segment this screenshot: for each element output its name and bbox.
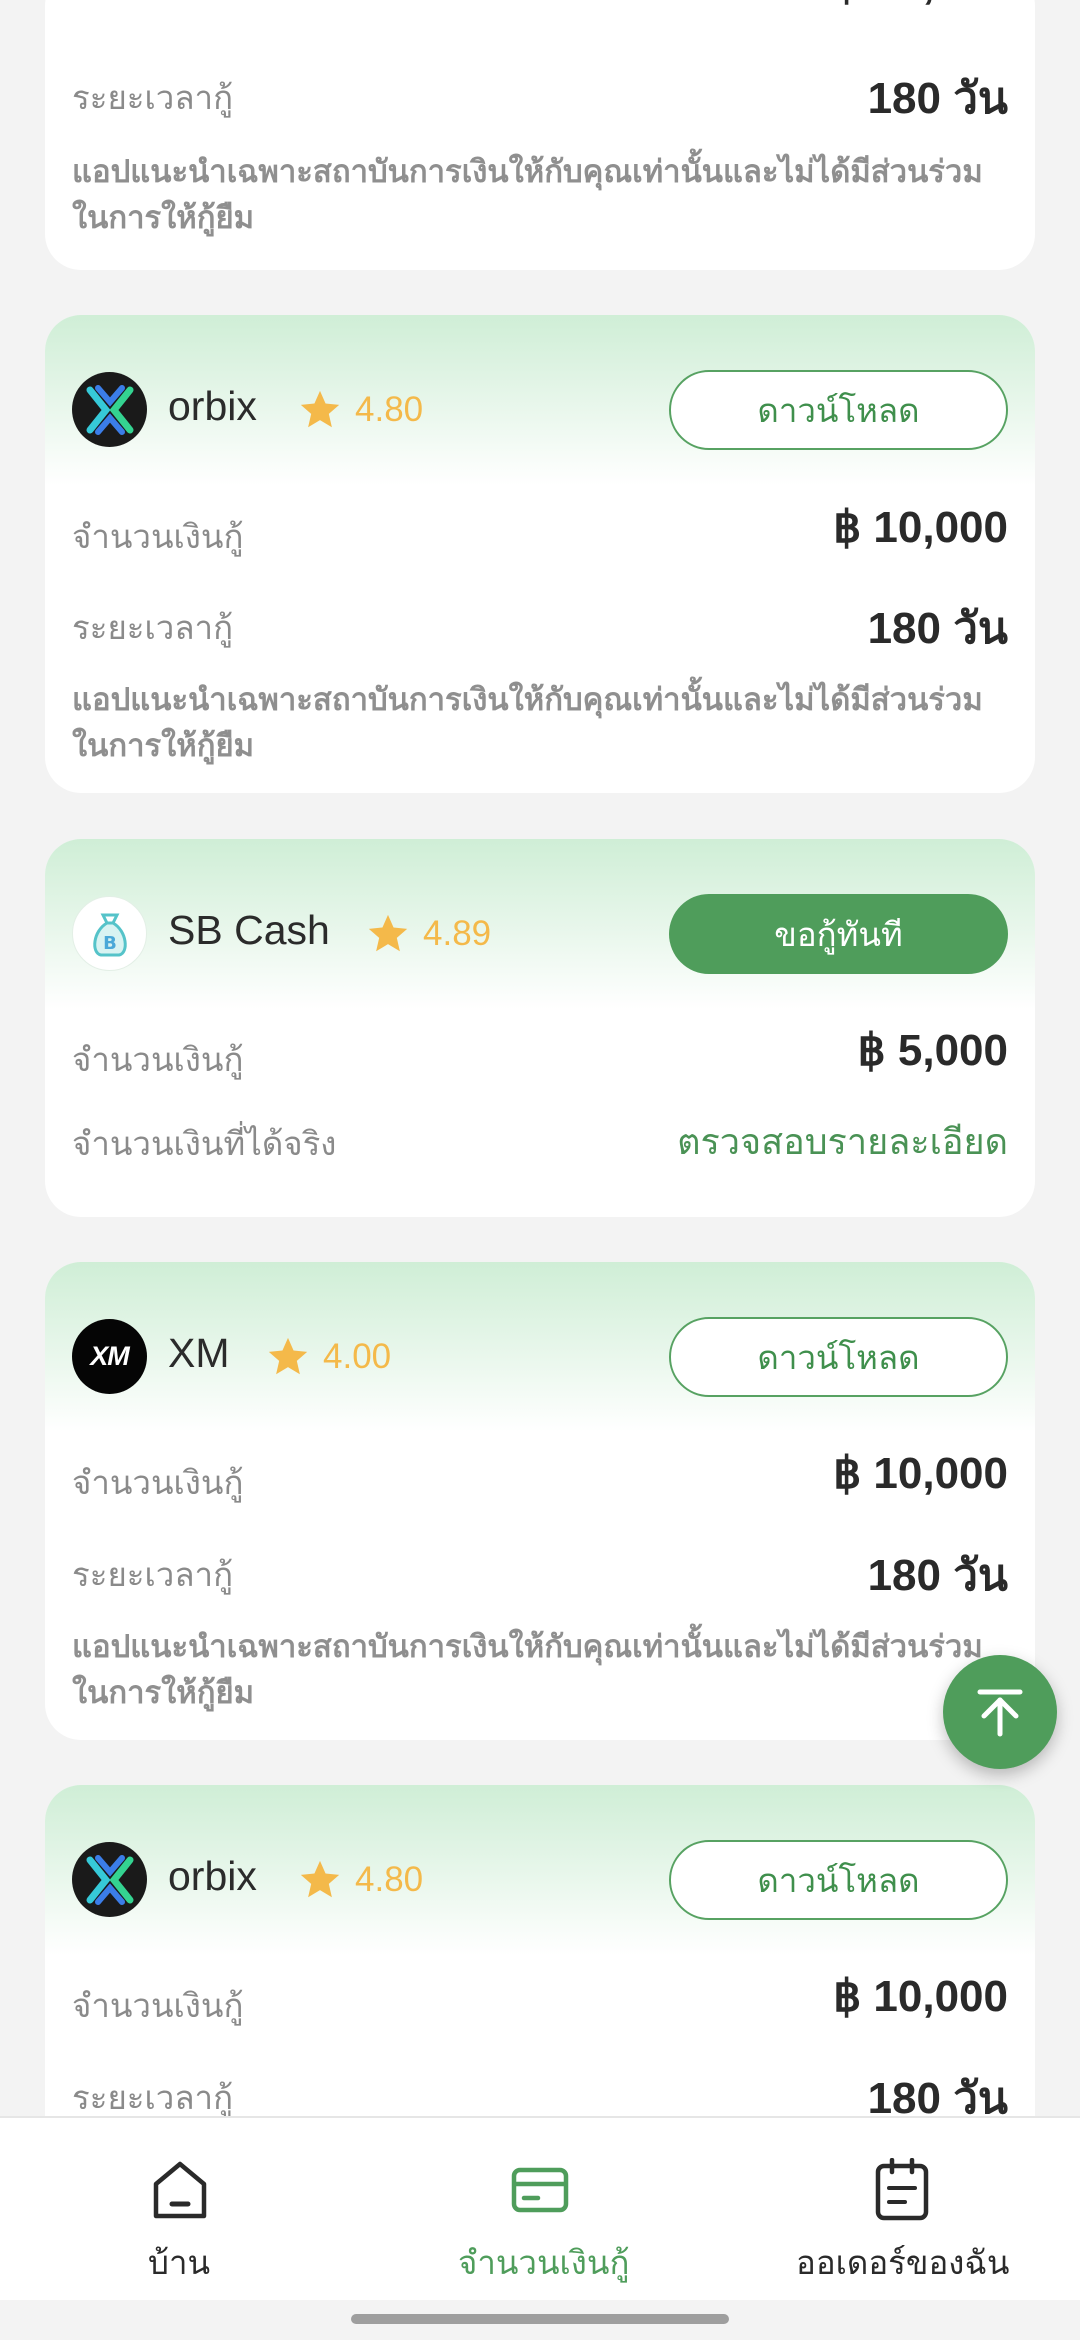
arrow-up-to-top-icon	[977, 1689, 1023, 1737]
rating-value: 4.80	[355, 390, 424, 429]
card-icon	[511, 2167, 569, 2213]
home-indicator[interactable]	[351, 2314, 729, 2324]
download-button[interactable]: ดาวน์โหลด	[669, 370, 1008, 450]
term-row: ระยะเวลากู้ 180 วัน	[72, 2063, 1008, 2123]
amount-label: จำนวนเงินกู้	[72, 517, 244, 556]
rating: 4.00	[265, 1335, 391, 1379]
app-name: XM	[168, 1330, 230, 1376]
disclaimer-text: แอปแนะนำเฉพาะสถาบันการเงินให้กับคุณเท่าน…	[72, 154, 983, 236]
nav-item-home[interactable]: บ้าน	[100, 2118, 260, 2302]
amount-row: ฿ 10,000	[72, 0, 1008, 30]
nav-item-loan-amount[interactable]: จำนวนเงินกู้	[440, 2118, 640, 2302]
app-name: orbix	[168, 1853, 257, 1899]
term-value: 180 วัน	[867, 1551, 1008, 1600]
rating-value: 4.80	[355, 1860, 424, 1899]
svg-text:B: B	[103, 933, 117, 954]
actual-amount-row: จำนวนเงินที่ได้จริง ตรวจสอบรายละเอียด	[72, 1109, 1008, 1169]
home-icon	[153, 2161, 207, 2219]
star-icon	[368, 914, 408, 952]
clipboard-icon	[875, 2158, 929, 2221]
bottom-nav: บ้าน จำนวนเงินกู้ ออเดอร์ของฉัน	[0, 2116, 1080, 2300]
amount-value: ฿ 5,000	[857, 1026, 1008, 1075]
loan-list-screen: ฿ 10,000 ระยะเวลากู้ 180 วัน แอปแนะนำเฉพ…	[0, 0, 1080, 2340]
gesture-area	[0, 2300, 1080, 2340]
amount-row: จำนวนเงินกู้ ฿ 10,000	[72, 1971, 1008, 2031]
amount-row: จำนวนเงินกู้ ฿ 10,000	[72, 1448, 1008, 1508]
download-button[interactable]: ดาวน์โหลด	[669, 1840, 1008, 1920]
term-value: 180 วัน	[867, 74, 1008, 123]
star-icon	[268, 1337, 308, 1375]
nav-label-my-orders: ออเดอร์ของฉัน	[796, 2243, 1010, 2282]
rating-value: 4.89	[423, 914, 492, 953]
amount-value: ฿ 10,000	[833, 0, 1008, 9]
download-button[interactable]: ดาวน์โหลด	[669, 1317, 1008, 1397]
loan-card-sb-cash[interactable]: B SB Cash 4.89 ขอกู้ทันที จำนวนเงินกู้ ฿…	[45, 839, 1035, 1217]
loan-card-orbix[interactable]: orbix 4.80 ดาวน์โหลด จำนวนเงินกู้ ฿ 10,0…	[45, 315, 1035, 793]
amount-row: จำนวนเงินกู้ ฿ 10,000	[72, 502, 1008, 562]
amount-value: ฿ 10,000	[833, 1972, 1008, 2021]
term-value: 180 วัน	[867, 604, 1008, 653]
app-name: orbix	[168, 383, 257, 429]
view-details-link[interactable]: ตรวจสอบรายละเอียด	[677, 1113, 1008, 1170]
loan-card-xm[interactable]: XM XM 4.00 ดาวน์โหลด จำนวนเงินกู้ ฿ 10,0…	[45, 1262, 1035, 1740]
orbix-logo-icon	[72, 372, 147, 447]
amount-value: ฿ 10,000	[833, 1449, 1008, 1498]
star-icon	[300, 390, 340, 428]
scroll-to-top-button[interactable]	[943, 1655, 1057, 1769]
amount-label: จำนวนเงินกู้	[72, 1986, 244, 2025]
rating-value: 4.00	[323, 1337, 392, 1376]
disclaimer-text: แอปแนะนำเฉพาะสถาบันการเงินให้กับคุณเท่าน…	[72, 682, 983, 764]
app-name: SB Cash	[168, 907, 330, 953]
rating: 4.89	[365, 912, 491, 956]
star-icon	[300, 1860, 340, 1898]
amount-value: ฿ 10,000	[833, 503, 1008, 552]
term-row: ระยะเวลากู้ 180 วัน	[72, 1540, 1008, 1600]
nav-item-my-orders[interactable]: ออเดอร์ของฉัน	[780, 2118, 1020, 2302]
term-label: ระยะเวลากู้	[72, 1555, 234, 1594]
orbix-logo-icon	[72, 1842, 147, 1917]
nav-label-home: บ้าน	[148, 2243, 211, 2282]
amount-label: จำนวนเงินกู้	[72, 1040, 244, 1079]
term-label: ระยะเวลากู้	[72, 78, 234, 117]
money-bag-icon: B	[72, 896, 147, 971]
term-row: ระยะเวลากู้ 180 วัน	[72, 593, 1008, 653]
rating: 4.80	[297, 388, 423, 432]
nav-label-loan-amount: จำนวนเงินกู้	[458, 2243, 630, 2282]
rating: 4.80	[297, 1858, 423, 1902]
disclaimer-text: แอปแนะนำเฉพาะสถาบันการเงินให้กับคุณเท่าน…	[72, 1629, 983, 1711]
loan-card[interactable]: ฿ 10,000 ระยะเวลากู้ 180 วัน แอปแนะนำเฉพ…	[45, 0, 1035, 270]
actual-amount-label: จำนวนเงินที่ได้จริง	[72, 1124, 337, 1163]
amount-row: จำนวนเงินกู้ ฿ 5,000	[72, 1025, 1008, 1085]
apply-now-button[interactable]: ขอกู้ทันที	[669, 894, 1008, 974]
term-label: ระยะเวลากู้	[72, 608, 234, 647]
term-row: ระยะเวลากู้ 180 วัน	[72, 63, 1008, 123]
amount-label: จำนวนเงินกู้	[72, 1463, 244, 1502]
xm-logo-icon: XM	[72, 1319, 147, 1394]
